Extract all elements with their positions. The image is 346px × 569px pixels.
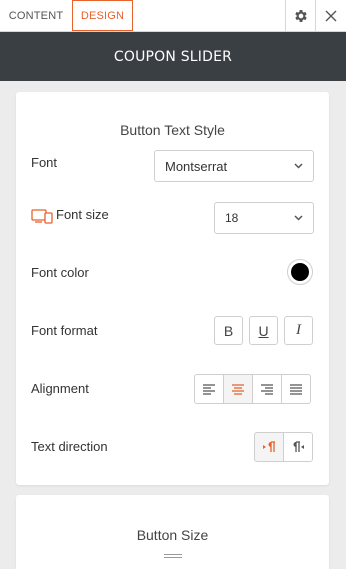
font-color-picker[interactable] — [287, 259, 313, 285]
font-size-select[interactable]: 18 — [214, 202, 314, 234]
chevron-down-icon — [294, 163, 303, 169]
settings-panel[interactable]: Button Text Style Font Montserrat Font s… — [0, 81, 346, 569]
rtl-direction-icon — [293, 441, 304, 452]
font-size-value: 18 — [225, 211, 239, 225]
gear-icon — [294, 10, 307, 22]
italic-icon: I — [296, 322, 301, 338]
font-format-label: Font format — [31, 323, 98, 338]
align-right-button[interactable] — [252, 374, 282, 404]
close-icon — [325, 10, 336, 22]
align-center-icon — [232, 383, 244, 395]
settings-button[interactable] — [285, 0, 315, 32]
alignment-group — [194, 374, 311, 404]
font-color-label: Font color — [31, 265, 89, 280]
align-justify-button[interactable] — [281, 374, 311, 404]
font-label: Font — [31, 155, 58, 170]
chevron-down-icon — [294, 215, 303, 221]
underline-button[interactable]: U — [249, 316, 278, 345]
drag-handle-icon[interactable] — [163, 553, 183, 559]
align-left-icon — [203, 383, 215, 395]
bold-button[interactable]: B — [214, 316, 243, 345]
section-title: Button Text Style — [120, 122, 225, 138]
font-select[interactable]: Montserrat — [154, 150, 314, 182]
tab-design[interactable]: DESIGN — [72, 0, 133, 31]
ltr-direction-button[interactable] — [254, 432, 284, 462]
device-icon[interactable] — [31, 209, 53, 224]
underline-icon: U — [258, 322, 269, 339]
font-size-label: Font size — [56, 207, 109, 222]
section-title: Button Size — [136, 527, 209, 543]
rtl-direction-button[interactable] — [283, 432, 313, 462]
text-direction-label: Text direction — [31, 439, 108, 454]
align-left-button[interactable] — [194, 374, 224, 404]
tab-content[interactable]: CONTENT — [0, 0, 72, 32]
panel-title: COUPON SLIDER — [0, 32, 346, 81]
font-select-value: Montserrat — [165, 158, 228, 174]
font-format-group: B U I — [214, 316, 313, 345]
font-color-dot — [291, 263, 309, 281]
align-right-icon — [261, 383, 273, 395]
ltr-direction-icon — [263, 441, 275, 452]
bold-icon: B — [223, 322, 234, 339]
italic-button[interactable]: I — [284, 316, 313, 345]
text-direction-group — [254, 432, 313, 462]
close-button[interactable] — [315, 0, 345, 32]
top-tab-bar: CONTENT DESIGN — [0, 0, 346, 32]
button-text-style-card: Button Text Style Font Montserrat Font s… — [16, 92, 329, 485]
align-center-button[interactable] — [223, 374, 253, 404]
alignment-label: Alignment — [31, 381, 89, 396]
align-justify-icon — [290, 383, 302, 395]
